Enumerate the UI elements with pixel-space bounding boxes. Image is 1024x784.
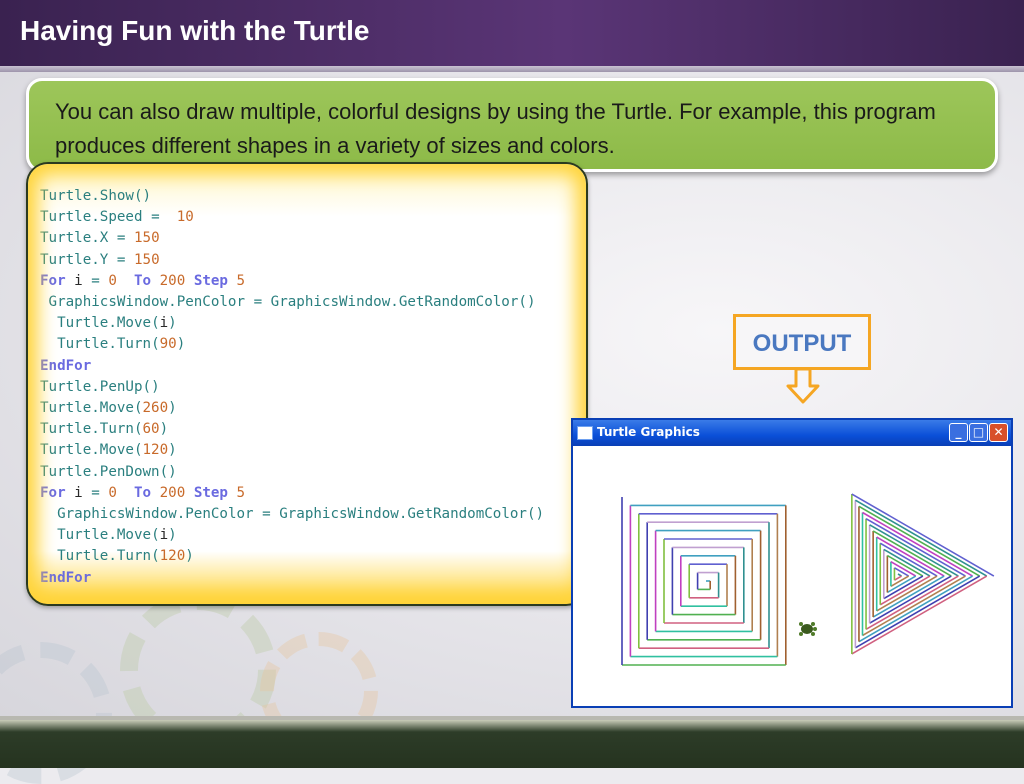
code-line: Turtle.Y = 150	[40, 251, 160, 268]
down-arrow-icon	[786, 368, 820, 404]
turtle-drawing	[621, 493, 995, 666]
code-line: Turtle.Move(i)	[57, 315, 177, 332]
turtle-line	[894, 567, 910, 577]
code-line: Turtle.PenDown()	[40, 463, 177, 480]
minimize-button[interactable]: _	[949, 423, 968, 442]
maximize-button[interactable]: □	[969, 423, 988, 442]
turtle-line	[869, 524, 959, 577]
code-line: GraphicsWindow.PenColor = GraphicsWindow…	[57, 506, 545, 523]
code-line: GraphicsWindow.PenColor = GraphicsWindow…	[48, 294, 536, 311]
turtle-line	[854, 499, 988, 577]
window-titlebar[interactable]: Turtle Graphics _ □ ✕	[573, 420, 1011, 446]
code-line: Turtle.X = 150	[40, 230, 160, 247]
window-icon	[577, 426, 593, 440]
code-line: Turtle.Turn(60)	[40, 421, 169, 438]
code-line: Turtle.Move(120)	[40, 442, 177, 459]
turtle-line	[886, 554, 924, 577]
code-panel: Turtle.Show() Turtle.Speed = 10 Turtle.X =…	[26, 162, 588, 606]
window-title: Turtle Graphics	[597, 425, 700, 439]
code-line: Turtle.PenUp()	[40, 378, 160, 395]
turtle-graphics-window[interactable]: Turtle Graphics _ □ ✕	[571, 418, 1013, 708]
close-button[interactable]: ✕	[989, 423, 1008, 442]
code-line: For i = 0 To 200 Step 5	[40, 484, 246, 501]
code-line: EndFor	[40, 357, 92, 374]
turtle-line	[894, 575, 902, 581]
code-listing: Turtle.Show() Turtle.Speed = 10 Turtle.X =…	[40, 186, 544, 589]
slide-footer	[0, 720, 1024, 768]
code-line: For i = 0 To 200 Step 5	[40, 272, 246, 289]
turtle-line	[862, 511, 973, 577]
slide-title: Having Fun with the Turtle	[20, 15, 370, 46]
code-line: Turtle.Turn(90)	[57, 336, 186, 353]
turtle-icon	[799, 622, 817, 636]
code-line: Turtle.Move(260)	[40, 400, 177, 417]
code-line: Turtle.Speed = 10	[40, 209, 194, 226]
output-label: OUTPUT	[752, 330, 852, 357]
code-line: Turtle.Turn(120)	[57, 548, 194, 565]
turtle-canvas	[573, 446, 1011, 706]
code-line: EndFor	[40, 569, 92, 586]
code-line: Turtle.Move(i)	[57, 527, 177, 544]
output-label-box: OUTPUT	[733, 314, 871, 370]
intro-callout: You can also draw multiple, colorful des…	[26, 78, 998, 172]
code-line: Turtle.Show()	[40, 188, 152, 204]
intro-text: You can also draw multiple, colorful des…	[55, 99, 936, 158]
turtle-line	[851, 575, 988, 655]
